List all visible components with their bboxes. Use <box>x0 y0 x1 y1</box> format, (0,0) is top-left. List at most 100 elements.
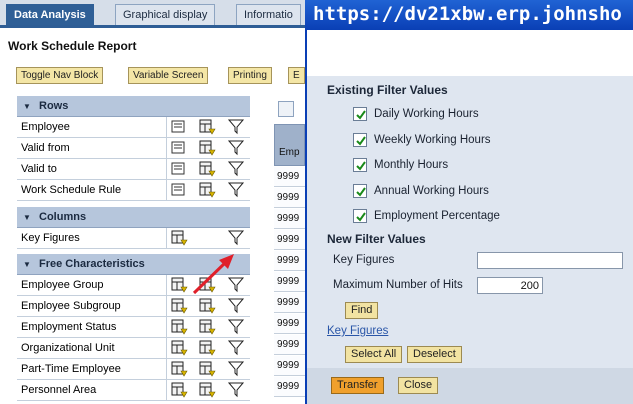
filter-funnel-icon[interactable] <box>227 382 245 398</box>
existing-filter-values-heading: Existing Filter Values <box>327 83 448 97</box>
popup-header-band <box>305 30 633 76</box>
checkmark-icon <box>356 186 366 197</box>
nav-row-label[interactable]: Valid from <box>21 138 167 158</box>
add-drilldown-icon[interactable] <box>171 230 188 246</box>
section-free-characteristics-header[interactable]: ▼ Free Characteristics <box>17 254 250 275</box>
transfer-button[interactable]: Transfer <box>331 377 384 394</box>
filter-funnel-icon[interactable] <box>227 230 245 246</box>
collapse-triangle-icon[interactable]: ▼ <box>23 96 33 117</box>
filter-value-label: Annual Working Hours <box>374 184 489 197</box>
selection-icon[interactable] <box>171 119 188 135</box>
nav-row: Employee Group <box>17 275 250 296</box>
add-drilldown-icon[interactable] <box>171 298 188 314</box>
table-column-header: Emp <box>274 124 305 166</box>
filter-checkbox[interactable] <box>353 132 367 147</box>
nav-row-label[interactable]: Employee <box>21 117 167 137</box>
nav-row-label[interactable]: Part-Time Employee <box>21 359 167 379</box>
collapse-triangle-icon[interactable]: ▼ <box>23 207 33 228</box>
add-drilldown-icon[interactable] <box>171 382 188 398</box>
add-drilldown-icon[interactable] <box>199 319 216 335</box>
filter-funnel-icon[interactable] <box>227 182 245 198</box>
filter-funnel-icon[interactable] <box>227 277 245 293</box>
nav-row-label[interactable]: Organizational Unit <box>21 338 167 358</box>
section-label: Columns <box>39 211 87 223</box>
nav-row: Employee <box>17 117 250 138</box>
select-all-button[interactable]: Select All <box>345 346 403 363</box>
add-drilldown-icon[interactable] <box>199 340 216 356</box>
nav-row: Part-Time Employee <box>17 359 250 380</box>
column-header-label: Emp <box>279 147 300 158</box>
add-drilldown-icon[interactable] <box>199 277 216 293</box>
toggle-nav-block-button[interactable]: Toggle Nav Block <box>16 67 104 84</box>
collapse-triangle-icon[interactable]: ▼ <box>23 254 33 275</box>
find-button[interactable]: Find <box>345 302 379 319</box>
partial-toolbar-button[interactable]: E <box>288 67 305 84</box>
filter-checkbox[interactable] <box>353 158 367 172</box>
variable-screen-button[interactable]: Variable Screen <box>128 67 209 84</box>
add-drilldown-icon[interactable] <box>199 382 216 398</box>
add-drilldown-icon[interactable] <box>199 119 216 135</box>
filter-funnel-icon[interactable] <box>227 119 245 135</box>
filter-funnel-icon[interactable] <box>227 319 245 335</box>
add-drilldown-icon[interactable] <box>199 361 216 377</box>
page-title: Work Schedule Report <box>8 39 137 53</box>
popup-url: https://dv21xbw.erp.johnsho <box>313 3 622 25</box>
new-filter-values-heading: New Filter Values <box>327 232 426 246</box>
filter-popup-window: https://dv21xbw.erp.johnsho Existing Fil… <box>305 0 633 404</box>
key-figures-input[interactable] <box>477 252 623 269</box>
filter-funnel-icon[interactable] <box>227 140 245 156</box>
table-cell: 9999 <box>274 377 305 397</box>
tab-data-analysis[interactable]: Data Analysis <box>6 4 94 25</box>
add-drilldown-icon[interactable] <box>171 361 188 377</box>
add-drilldown-icon[interactable] <box>171 340 188 356</box>
table-cell: 9999 <box>274 272 305 292</box>
filter-funnel-icon[interactable] <box>227 161 245 177</box>
add-drilldown-icon[interactable] <box>199 182 216 198</box>
table-cell: 9999 <box>274 314 305 334</box>
selection-icon[interactable] <box>171 182 188 198</box>
checkmark-icon <box>356 110 366 120</box>
key-figures-link[interactable]: Key Figures <box>327 325 388 337</box>
table-settings-icon[interactable] <box>278 101 294 117</box>
selection-icon[interactable] <box>171 140 188 156</box>
max-hits-input[interactable] <box>477 277 543 294</box>
filter-checkbox[interactable] <box>353 107 367 121</box>
navigation-block: ▼ Rows Employee Valid from Valid to Work Sch… <box>17 96 250 404</box>
filter-checkbox[interactable] <box>353 183 367 198</box>
nav-row-label[interactable]: Key Figures <box>21 228 167 248</box>
close-button[interactable]: Close <box>398 377 439 394</box>
selection-icon[interactable] <box>171 161 188 177</box>
section-label: Rows <box>39 100 69 112</box>
checkmark-icon <box>356 135 366 146</box>
nav-row-label[interactable]: Employee Subgroup <box>21 296 167 316</box>
add-drilldown-icon[interactable] <box>171 277 188 293</box>
table-cell: 9999 <box>274 167 305 187</box>
nav-row-label[interactable]: Work Schedule Rule <box>21 180 167 200</box>
tab-strip: Data Analysis Graphical display Informat… <box>0 0 305 28</box>
add-drilldown-icon[interactable] <box>199 140 216 156</box>
filter-funnel-icon[interactable] <box>227 361 245 377</box>
table-cell: 9999 <box>274 251 305 271</box>
nav-row-label[interactable]: Employee Group <box>21 275 167 295</box>
section-rows-header[interactable]: ▼ Rows <box>17 96 250 117</box>
add-drilldown-icon[interactable] <box>199 161 216 177</box>
nav-row: Employment Status <box>17 317 250 338</box>
deselect-button[interactable]: Deselect <box>407 346 462 363</box>
add-drilldown-icon[interactable] <box>199 298 216 314</box>
filter-funnel-icon[interactable] <box>227 298 245 314</box>
printing-button[interactable]: Printing <box>228 67 272 84</box>
section-columns-header[interactable]: ▼ Columns <box>17 207 250 228</box>
tab-graphical-display[interactable]: Graphical display <box>115 4 216 25</box>
add-drilldown-icon[interactable] <box>171 319 188 335</box>
nav-row: Key Figures <box>17 228 250 249</box>
tab-information[interactable]: Informatio <box>236 4 301 25</box>
nav-row-label[interactable]: Valid to <box>21 159 167 179</box>
nav-row-label[interactable]: Personnel Area <box>21 380 167 400</box>
nav-row-label[interactable]: Employment Status <box>21 317 167 337</box>
filter-checkbox[interactable] <box>353 209 367 223</box>
table-cell: 9999 <box>274 230 305 250</box>
nav-row: Personnel Area <box>17 380 250 401</box>
checkmark-icon <box>356 212 366 222</box>
nav-row: Employee Subgroup <box>17 296 250 317</box>
filter-funnel-icon[interactable] <box>227 340 245 356</box>
